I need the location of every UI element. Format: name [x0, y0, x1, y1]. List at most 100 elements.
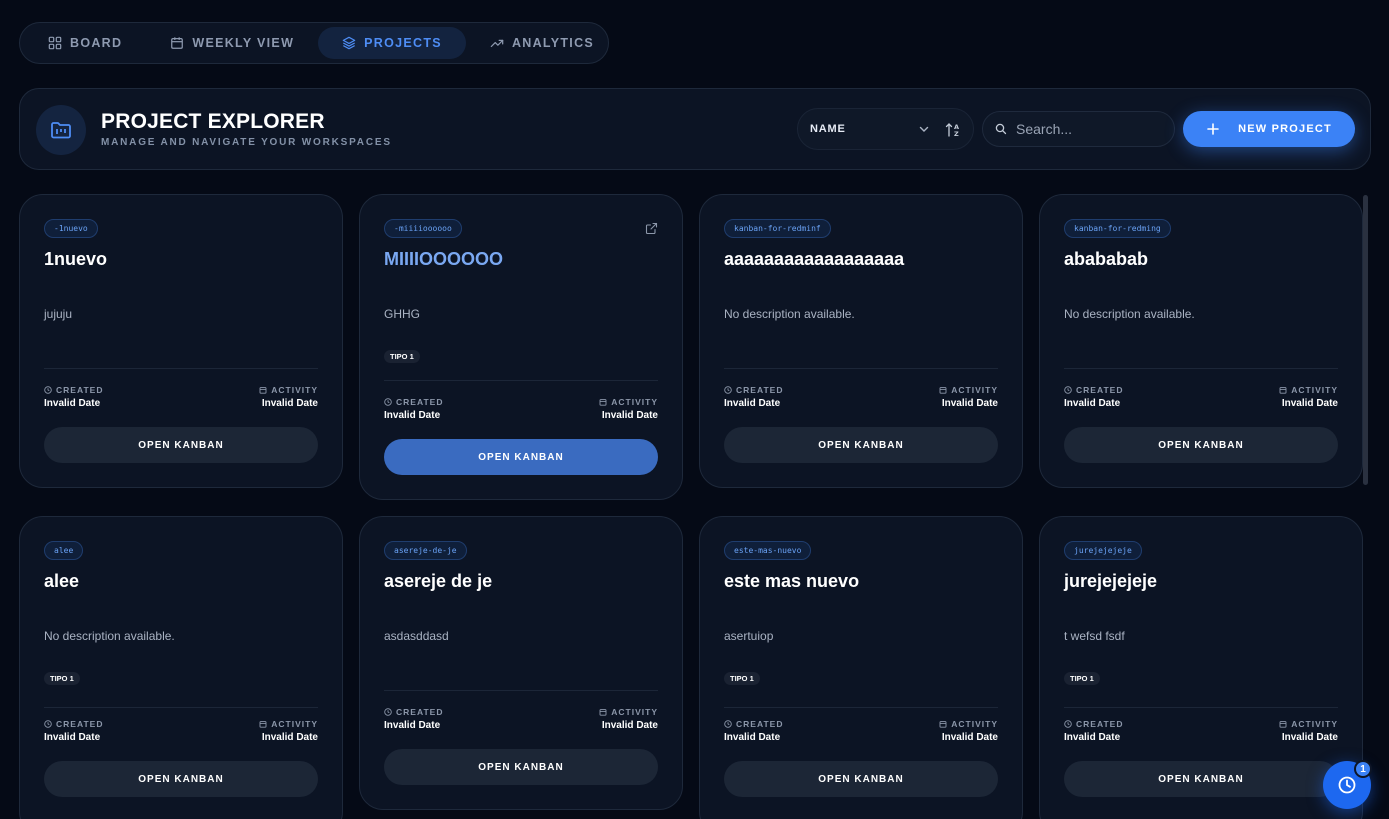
- top-nav: BOARD WEEKLY VIEW PROJECTS ANALYTICS: [19, 22, 609, 64]
- search-field: [982, 111, 1175, 147]
- project-slug: kanban-for-redminf: [724, 219, 831, 238]
- search-input[interactable]: [1016, 121, 1166, 137]
- sort-az-icon[interactable]: A Z: [944, 121, 962, 139]
- page-title: PROJECT EXPLORER: [101, 110, 325, 133]
- created-date: Invalid Date: [1064, 398, 1121, 409]
- trend-up-icon: [490, 39, 504, 48]
- project-card: -miiiioooooo MIIIIOOOOOO GHHG TIPO 1 CRE…: [359, 194, 683, 500]
- grid-icon: [48, 36, 62, 50]
- created-date: Invalid Date: [724, 398, 781, 409]
- open-kanban-button[interactable]: OPEN KANBAN: [44, 427, 318, 463]
- created-label-text: CREATED: [736, 385, 784, 395]
- created-label: CREATED: [724, 385, 783, 395]
- project-title: aaaaaaaaaaaaaaaaaa: [724, 249, 905, 269]
- created-date: Invalid Date: [384, 720, 441, 731]
- card-divider: [44, 368, 318, 369]
- created-date: Invalid Date: [44, 398, 101, 409]
- activity-label: ACTIVITY: [1279, 719, 1338, 729]
- tab-weekly-view-label: WEEKLY VIEW: [192, 36, 295, 50]
- tab-board-label: BOARD: [70, 36, 123, 50]
- project-description: asdasddasd: [384, 629, 449, 643]
- created-date: Invalid Date: [1064, 732, 1121, 743]
- clock-icon: [384, 708, 392, 716]
- card-divider: [1064, 368, 1338, 369]
- clock-icon: [384, 398, 392, 406]
- created-label: CREATED: [384, 707, 443, 717]
- open-kanban-button[interactable]: OPEN KANBAN: [724, 427, 998, 463]
- open-kanban-button[interactable]: OPEN KANBAN: [1064, 761, 1338, 797]
- project-slug: jurejejejeje: [1064, 541, 1142, 560]
- calendar-icon: [1279, 721, 1287, 728]
- open-kanban-button[interactable]: OPEN KANBAN: [44, 761, 318, 797]
- project-card: jurejejejeje jurejejejeje t wefsd fsdf T…: [1039, 516, 1363, 819]
- created-label: CREATED: [44, 719, 103, 729]
- notification-badge: 1: [1354, 760, 1372, 778]
- project-title: alee: [44, 571, 80, 591]
- created-label-text: CREATED: [396, 397, 444, 407]
- project-title: 1nuevo: [44, 249, 108, 269]
- calendar-icon: [259, 387, 267, 394]
- tab-analytics[interactable]: ANALYTICS: [466, 27, 618, 59]
- card-divider: [1064, 707, 1338, 708]
- project-type-badge: TIPO 1: [724, 672, 760, 685]
- activity-label: ACTIVITY: [599, 707, 658, 717]
- activity-date: Invalid Date: [601, 720, 658, 731]
- project-card: alee alee No description available. TIPO…: [19, 516, 343, 819]
- plus-icon: [1207, 123, 1219, 135]
- project-description: No description available.: [724, 307, 855, 321]
- clock-icon: [44, 720, 52, 728]
- project-slug: kanban-for-redming: [1064, 219, 1171, 238]
- created-label-text: CREATED: [736, 719, 784, 729]
- card-divider: [384, 380, 658, 381]
- activity-date: Invalid Date: [601, 410, 658, 421]
- calendar-icon: [599, 709, 607, 716]
- clock-icon: [1064, 386, 1072, 394]
- created-label-text: CREATED: [1076, 385, 1124, 395]
- open-kanban-button[interactable]: OPEN KANBAN: [384, 439, 658, 475]
- clock-icon: [724, 386, 732, 394]
- activity-label-text: ACTIVITY: [611, 397, 658, 407]
- tab-board[interactable]: BOARD: [24, 27, 146, 59]
- chevron-down-icon: [919, 126, 929, 132]
- activity-label-text: ACTIVITY: [1291, 719, 1338, 729]
- created-date: Invalid Date: [384, 410, 441, 421]
- page: BOARD WEEKLY VIEW PROJECTS ANALYTICS PRO…: [0, 0, 1389, 819]
- project-title: asereje de je: [384, 571, 493, 591]
- sort-select[interactable]: NAME: [810, 109, 930, 149]
- folder-kanban-icon: [51, 122, 71, 139]
- project-description: jujuju: [44, 307, 73, 321]
- project-slug: alee: [44, 541, 84, 560]
- created-date: Invalid Date: [724, 732, 781, 743]
- clock-icon: [44, 386, 52, 394]
- activity-label-text: ACTIVITY: [1291, 385, 1338, 395]
- external-link-icon[interactable]: [645, 222, 658, 235]
- created-label-text: CREATED: [1076, 719, 1124, 729]
- activity-date: Invalid Date: [261, 732, 318, 743]
- activity-label: ACTIVITY: [939, 385, 998, 395]
- header-icon-circle: [36, 105, 86, 155]
- project-slug: -miiiioooooo: [384, 219, 462, 238]
- created-label-text: CREATED: [56, 719, 104, 729]
- open-kanban-button[interactable]: OPEN KANBAN: [1064, 427, 1338, 463]
- calendar-icon: [939, 721, 947, 728]
- activity-label-text: ACTIVITY: [271, 385, 318, 395]
- svg-text:Z: Z: [954, 130, 959, 138]
- clock-icon: [1338, 776, 1356, 794]
- activity-date: Invalid Date: [941, 732, 998, 743]
- project-title: abababab: [1064, 249, 1149, 269]
- scrollbar-thumb[interactable]: [1363, 195, 1368, 485]
- activity-label-text: ACTIVITY: [951, 385, 998, 395]
- open-kanban-button[interactable]: OPEN KANBAN: [724, 761, 998, 797]
- tab-projects[interactable]: PROJECTS: [318, 27, 466, 59]
- calendar-icon: [171, 37, 184, 49]
- created-label: CREATED: [1064, 719, 1123, 729]
- project-slug: asereje-de-je: [384, 541, 467, 560]
- new-project-button[interactable]: NEW PROJECT: [1183, 111, 1355, 147]
- activity-label-text: ACTIVITY: [271, 719, 318, 729]
- clock-icon: [724, 720, 732, 728]
- project-description: No description available.: [44, 629, 175, 643]
- tab-weekly-view[interactable]: WEEKLY VIEW: [146, 27, 318, 59]
- open-kanban-button[interactable]: OPEN KANBAN: [384, 749, 658, 785]
- layers-icon: [342, 36, 356, 50]
- calendar-icon: [599, 399, 607, 406]
